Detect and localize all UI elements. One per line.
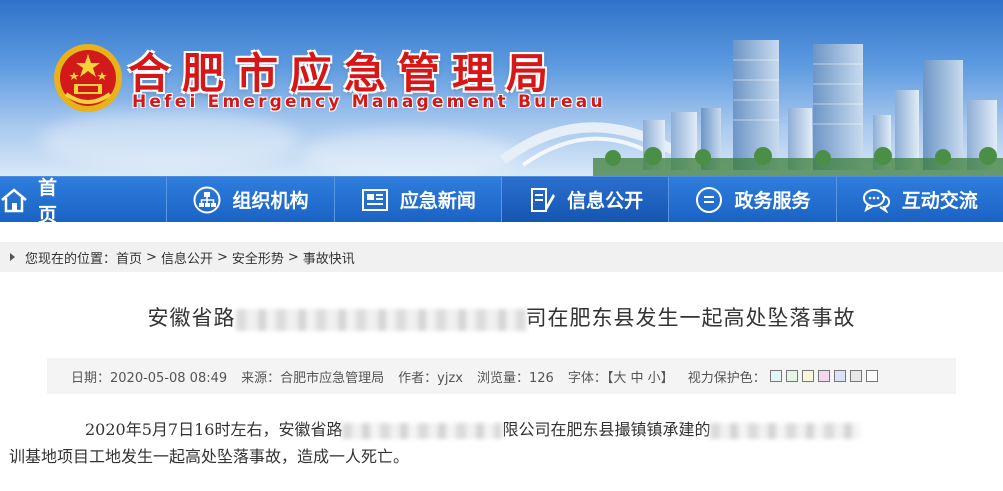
- nav-item-label: 组织机构: [232, 190, 309, 212]
- eye-care-swatches: [769, 370, 878, 382]
- breadcrumb-link-accident[interactable]: 事故快讯: [303, 248, 355, 267]
- font-size-medium-button[interactable]: 中: [631, 367, 644, 386]
- article-title-end: 司在肥东县发生一起高处坠落事故: [525, 306, 856, 330]
- nav-item-info-disclosure[interactable]: 信息公开: [501, 177, 670, 222]
- nav-item-home[interactable]: 首 页: [0, 177, 168, 226]
- chat-icon: [862, 185, 892, 215]
- home-icon: [0, 185, 28, 215]
- header-banner: 合肥市应急管理局 Hefei Emergency Management Bure…: [0, 0, 1003, 176]
- eye-care-color-swatch[interactable]: [849, 370, 862, 382]
- article-title-start: 安徽省路: [147, 306, 236, 330]
- service-icon: [694, 185, 724, 215]
- breadcrumb-prefix: 您现在的位置：: [25, 251, 117, 267]
- national-emblem-icon: [54, 44, 122, 112]
- nav-item-label: 互动交流: [901, 190, 978, 212]
- eye-care-color-swatch[interactable]: [833, 370, 846, 382]
- article-body-part1: 2020年5月7日16时左右，安徽省路: [85, 420, 343, 439]
- eye-care-label: 视力保护色：: [687, 370, 766, 386]
- breadcrumb-link-home[interactable]: 首页: [116, 248, 142, 267]
- document-edit-icon: [527, 185, 557, 215]
- article: 安徽省路 司在肥东县发生一起高处坠落事故 日期：2020-05-08 08:49 …: [9, 302, 956, 470]
- org-chart-icon: [192, 185, 222, 215]
- font-size-end: 】: [660, 370, 674, 386]
- breadcrumb-arrow-icon: [10, 253, 15, 261]
- article-views: 浏览量：126: [477, 370, 554, 386]
- redacted-text: [235, 308, 526, 331]
- article-title: 安徽省路 司在肥东县发生一起高处坠落事故: [47, 302, 956, 332]
- article-source: 来源：合肥市应急管理局: [241, 370, 385, 386]
- breadcrumb: 您现在的位置： 首页 > 信息公开 > 安全形势 > 事故快讯: [0, 242, 1003, 272]
- city-skyline-illustration: [500, 40, 1003, 176]
- article-author: 作者：yjzx: [398, 370, 463, 386]
- breadcrumb-link-safety[interactable]: 安全形势: [232, 248, 284, 267]
- article-date: 日期：2020-05-08 08:49: [71, 370, 228, 386]
- breadcrumb-separator: >: [287, 249, 299, 265]
- nav-item-label: 应急新闻: [399, 190, 476, 212]
- nav-item-news[interactable]: 应急新闻: [334, 177, 502, 222]
- eye-care-color-swatch[interactable]: [801, 370, 814, 382]
- eye-care-color-swatch[interactable]: [769, 370, 782, 382]
- nav-item-label: 信息公开: [567, 190, 644, 212]
- nav-item-label: 政务服务: [734, 190, 811, 212]
- eye-care-color-swatch[interactable]: [817, 370, 830, 382]
- cloud-decoration: [40, 110, 300, 170]
- font-size-large-button[interactable]: 大: [613, 367, 626, 386]
- font-size-small-button[interactable]: 小: [648, 367, 661, 386]
- main-nav: 首 页 组织机构 应急新闻 信息公开 政务服务 互动交流: [0, 176, 1003, 226]
- article-body-part2: 限公司在肥东县撮镇镇承建的: [502, 420, 711, 439]
- redacted-text: [342, 422, 503, 439]
- eye-care-color-swatch[interactable]: [865, 370, 878, 382]
- nav-item-interaction[interactable]: 互动交流: [836, 177, 1003, 222]
- article-meta-bar: 日期：2020-05-08 08:49 来源：合肥市应急管理局 作者：yjzx …: [47, 358, 956, 394]
- article-body-part3: 训基地项目工地发生一起高处坠落事故，造成一人死亡。: [9, 447, 410, 466]
- breadcrumb-link-info[interactable]: 信息公开: [161, 248, 213, 267]
- breadcrumb-separator: >: [216, 249, 228, 265]
- article-body-paragraph: 2020年5月7日16时左右，安徽省路 限公司在肥东县撮镇镇承建的训基地项目工地发…: [9, 416, 956, 470]
- eye-care-color-swatch[interactable]: [785, 370, 798, 382]
- nav-item-services[interactable]: 政务服务: [669, 177, 837, 222]
- redacted-text: [710, 422, 861, 439]
- font-size-label: 字体：【: [567, 370, 614, 386]
- nav-item-organization[interactable]: 组织机构: [167, 177, 335, 222]
- breadcrumb-separator: >: [146, 249, 157, 265]
- news-icon: [360, 185, 390, 215]
